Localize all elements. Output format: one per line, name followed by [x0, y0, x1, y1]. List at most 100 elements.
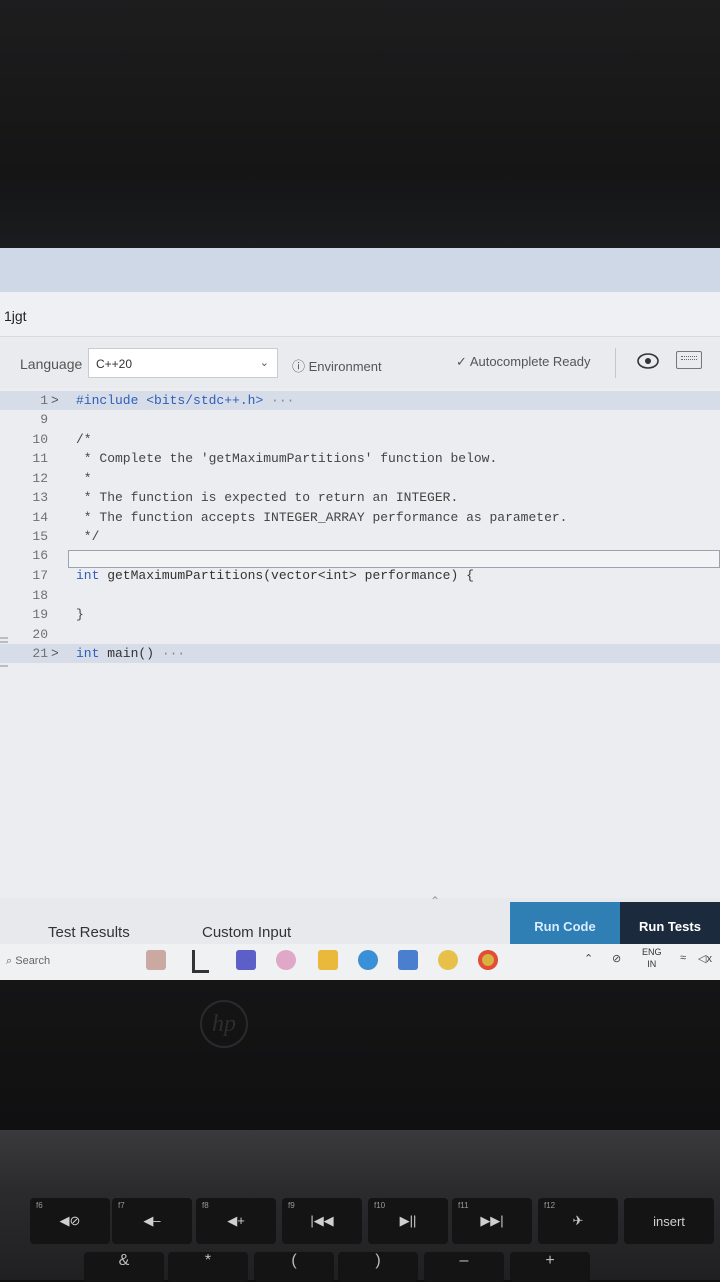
screen: 1jgt Language C++20 ⌄ ⓘ Environment ✓ Au… — [0, 248, 720, 980]
volume-icon[interactable]: ◁x — [698, 952, 712, 965]
number-row-key: & — [84, 1252, 164, 1282]
function-key-glyph: ✈ — [572, 1213, 584, 1228]
weather-icon[interactable] — [146, 950, 166, 970]
code-line[interactable]: 15 */ — [0, 527, 720, 546]
code-line[interactable]: 16 — [0, 546, 720, 565]
keyboard-icon[interactable] — [676, 351, 702, 369]
store-icon[interactable] — [398, 950, 418, 970]
autocomplete-status[interactable]: ✓ Autocomplete Ready — [456, 354, 591, 370]
code-text: int main() ··· — [76, 646, 186, 661]
line-number: 18 — [32, 588, 48, 603]
code-text: } — [76, 607, 84, 622]
monitor-bezel-bottom — [0, 980, 720, 1130]
code-text: * — [76, 471, 92, 486]
function-key-label: f6 — [36, 1201, 43, 1210]
function-key-glyph: ▶|| — [399, 1213, 417, 1228]
tab-test-results[interactable]: Test Results — [48, 924, 130, 941]
line-number: 19 — [32, 607, 48, 622]
code-line[interactable]: 1 > #include <bits/stdc++.h> ··· — [0, 391, 720, 410]
code-text: * The function accepts INTEGER_ARRAY per… — [76, 510, 568, 525]
function-key-glyph: ◀– — [143, 1213, 161, 1228]
eye-icon[interactable] — [636, 351, 660, 371]
chevron-up-icon[interactable]: ⌃ — [430, 894, 440, 908]
language-select-value: C++20 — [96, 357, 133, 371]
environment-label: Environment — [308, 359, 382, 374]
function-key: f10 ▶|| — [368, 1198, 448, 1244]
function-key-label: f9 — [288, 1201, 295, 1210]
taskbar-search[interactable]: ⌕ Search — [6, 955, 50, 968]
edge-icon[interactable] — [358, 950, 378, 970]
function-key: f9 |◀◀ — [282, 1198, 362, 1244]
line-number: 16 — [32, 548, 48, 563]
copilot-icon[interactable] — [276, 950, 296, 970]
code-line[interactable]: 12 * — [0, 469, 720, 488]
function-key: f8 ◀+ — [196, 1198, 276, 1244]
fold-arrow-icon[interactable]: > — [51, 644, 59, 663]
code-text: * Complete the 'getMaximumPartitions' fu… — [76, 451, 498, 466]
code-line[interactable]: 18 — [0, 586, 720, 605]
code-line[interactable]: 17 int getMaximumPartitions(vector<int> p… — [0, 566, 720, 585]
number-row-key: ) — [338, 1252, 418, 1282]
line-number: 21 — [32, 646, 48, 661]
line-number: 12 — [32, 471, 48, 486]
run-code-button[interactable]: Run Code — [510, 902, 620, 944]
code-line[interactable]: 13 * The function is expected to return … — [0, 488, 720, 507]
code-text: int getMaximumPartitions(vector<int> per… — [76, 568, 474, 583]
line-number: 13 — [32, 490, 48, 505]
number-row-key: ( — [254, 1252, 334, 1282]
browser-top-strip — [0, 248, 720, 292]
number-row-key: – — [424, 1252, 504, 1282]
language-indicator-bottom: IN — [647, 959, 657, 969]
code-line[interactable]: 10 /* — [0, 430, 720, 449]
code-text: */ — [76, 529, 100, 544]
hp-logo: hp — [200, 1000, 248, 1048]
function-key-label: f11 — [458, 1201, 469, 1210]
search-icon: ⌕ — [6, 955, 13, 967]
language-indicator[interactable]: ENG IN — [642, 946, 662, 970]
run-tests-button[interactable]: Run Tests — [620, 902, 720, 944]
function-key: f7 ◀– — [112, 1198, 192, 1244]
tab-custom-input[interactable]: Custom Input — [202, 924, 291, 941]
teams-icon[interactable] — [236, 950, 256, 970]
title-bar — [0, 292, 720, 337]
start-icon[interactable] — [192, 950, 209, 973]
code-line[interactable]: 21 > int main() ··· — [0, 644, 720, 663]
code-line[interactable]: 20 — [0, 625, 720, 644]
code-text: #include <bits/stdc++.h> ··· — [76, 393, 295, 408]
window-title: 1jgt — [4, 308, 27, 324]
fold-arrow-icon[interactable]: > — [51, 391, 59, 410]
tray-chevron-icon[interactable]: ⌃ — [584, 952, 593, 965]
tray-app-icon[interactable]: ⊘ — [612, 952, 621, 965]
chevron-down-icon: ⌄ — [259, 357, 269, 369]
function-key-label: f12 — [544, 1201, 556, 1210]
code-text: /* — [76, 432, 92, 447]
language-select[interactable]: C++20 ⌄ — [88, 348, 278, 378]
function-key-glyph: ◀⊘ — [59, 1213, 81, 1228]
insert-key: insert — [624, 1198, 714, 1244]
number-row-key: * — [168, 1252, 248, 1282]
wifi-icon[interactable]: ≈ — [680, 952, 686, 964]
code-line[interactable]: 19} — [0, 605, 720, 624]
code-line[interactable]: 14 * The function accepts INTEGER_ARRAY … — [0, 508, 720, 527]
check-circle-icon: ✓ — [456, 354, 467, 369]
function-key-label: f7 — [118, 1201, 125, 1210]
function-key-glyph: ▶▶| — [480, 1213, 504, 1228]
function-key-label: f8 — [202, 1201, 209, 1210]
chrome-profile-icon[interactable] — [478, 950, 498, 970]
environment-button[interactable]: ⓘ Environment — [292, 356, 382, 375]
code-line[interactable]: 9 — [0, 410, 720, 429]
function-key: f12 ✈ — [538, 1198, 618, 1244]
function-key-label: f10 — [374, 1201, 386, 1210]
info-icon: ⓘ — [292, 359, 306, 374]
chrome-icon[interactable] — [438, 950, 458, 970]
line-number: 15 — [32, 529, 48, 544]
code-line[interactable]: 11 * Complete the 'getMaximumPartitions'… — [0, 449, 720, 468]
taskbar-search-label: Search — [15, 955, 51, 967]
language-indicator-top: ENG — [642, 947, 662, 957]
autocomplete-label: Autocomplete Ready — [469, 354, 591, 369]
line-number: 14 — [32, 510, 48, 525]
folder-icon[interactable] — [318, 950, 338, 970]
line-number: 1 — [40, 393, 48, 408]
monitor-bezel-top — [0, 0, 720, 248]
function-key-glyph: ◀+ — [227, 1213, 245, 1228]
